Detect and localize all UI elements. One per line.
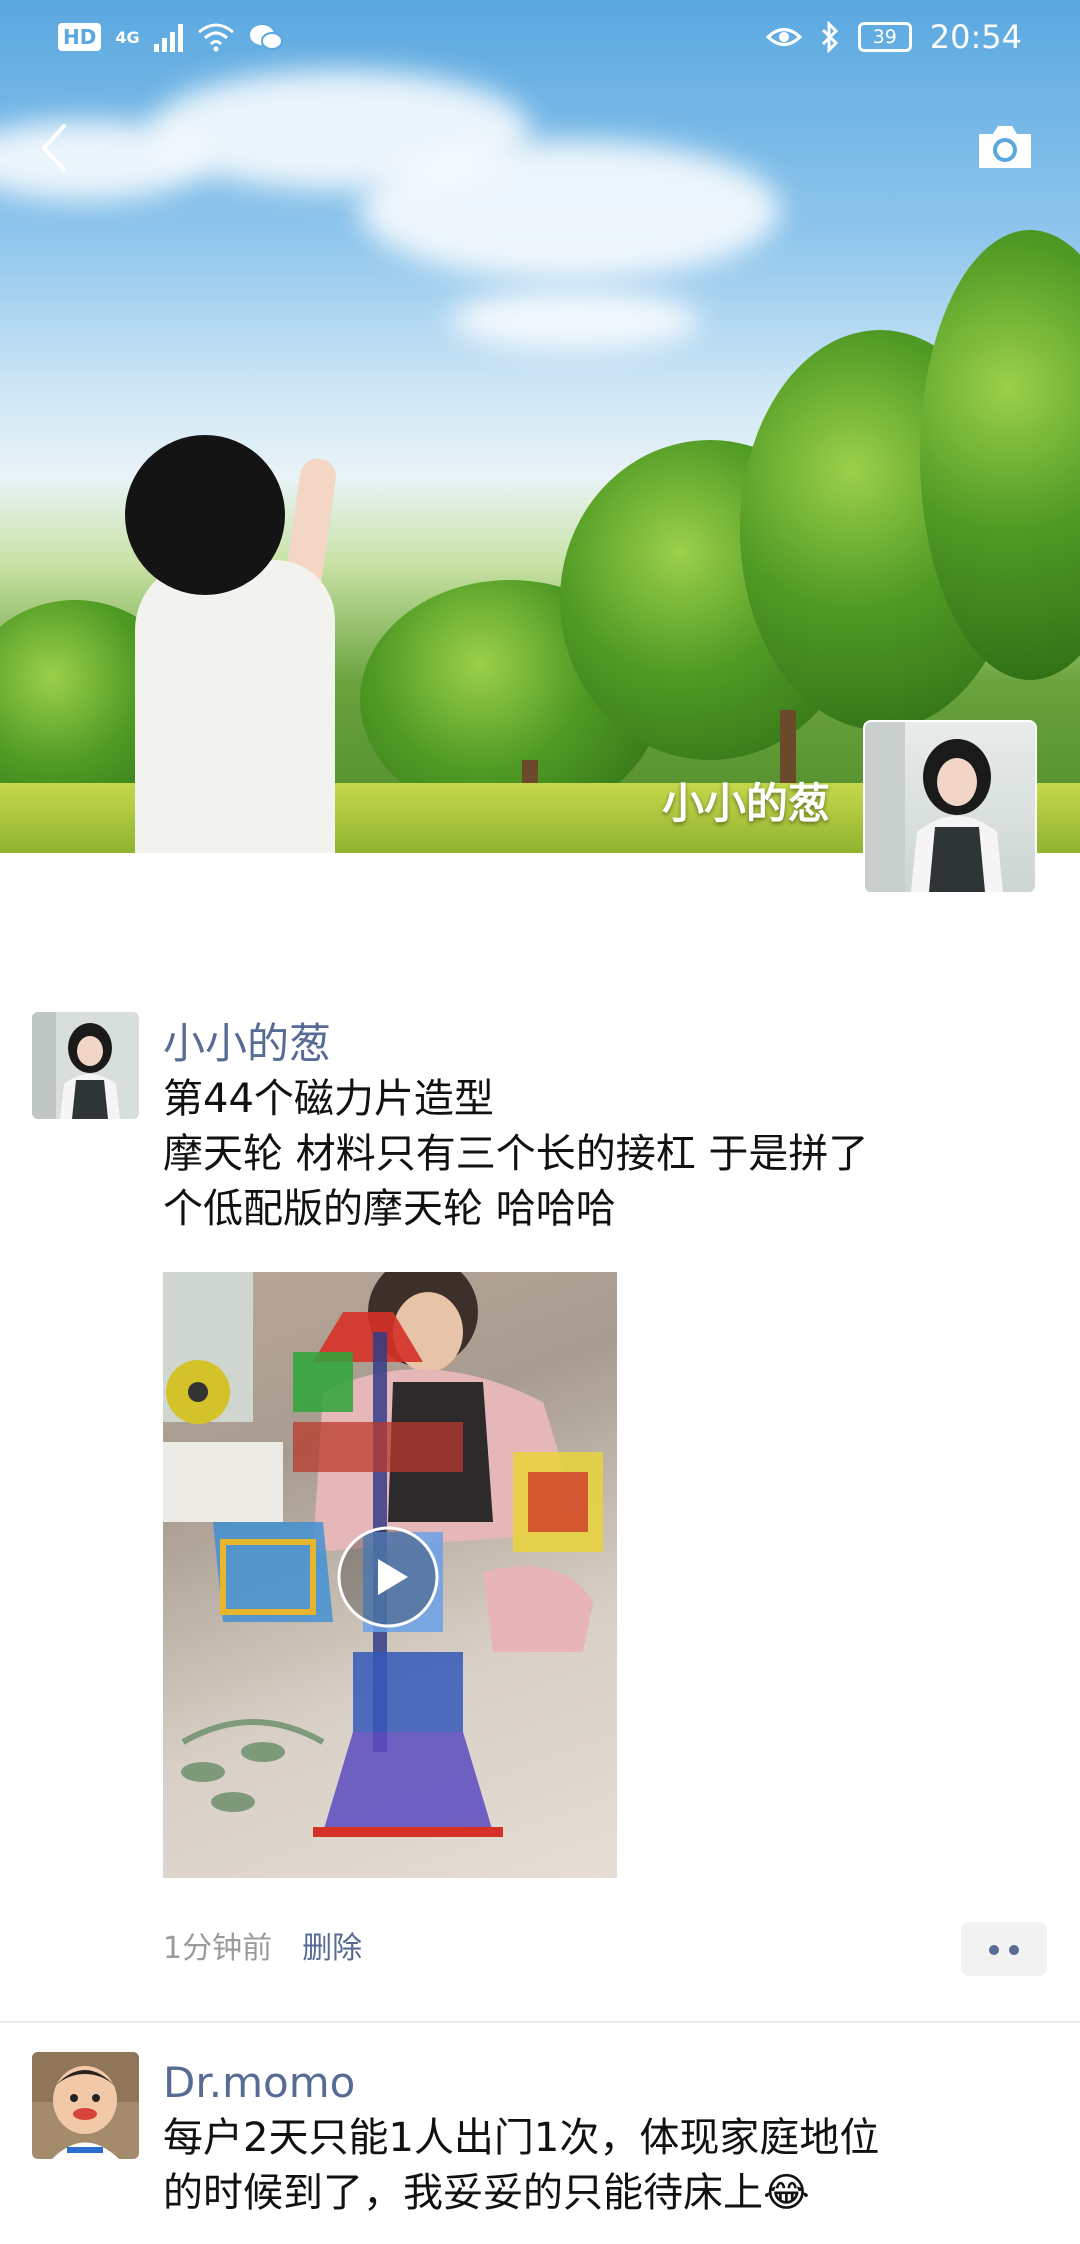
post-text-line: 个低配版的摩天轮 哈哈哈 bbox=[163, 1186, 616, 1232]
avatar-cartoon bbox=[32, 2052, 139, 2159]
post-divider bbox=[0, 2021, 1080, 2023]
avatar-portrait bbox=[865, 722, 1003, 892]
eye-comfort-icon bbox=[765, 28, 802, 46]
chevron-left-icon bbox=[42, 124, 66, 172]
child-body bbox=[135, 560, 335, 853]
more-button[interactable] bbox=[961, 1922, 1047, 1976]
post-text-line: 摩天轮 材料只有三个长的接杠 于是拼了 bbox=[163, 1131, 869, 1177]
bluetooth-icon bbox=[821, 21, 838, 53]
video-thumbnail[interactable] bbox=[163, 1272, 617, 1878]
post-content: Dr.momo 每户2天只能1人出门1次，体现家庭地位 的时候到了，我妥妥的只能… bbox=[163, 2055, 1023, 2221]
play-button[interactable] bbox=[336, 1525, 440, 1629]
cloud bbox=[450, 290, 700, 350]
more-dots-icon bbox=[989, 1945, 999, 1955]
signal-icon bbox=[153, 22, 183, 52]
camera-icon bbox=[979, 126, 1031, 168]
profile-avatar[interactable] bbox=[863, 720, 1037, 894]
child-head bbox=[125, 435, 285, 595]
post-author[interactable]: 小小的葱 bbox=[163, 1016, 1023, 1072]
clock: 20:54 bbox=[929, 18, 1022, 56]
post-avatar[interactable] bbox=[32, 2052, 139, 2159]
post-text-line: 第44个磁力片造型 bbox=[163, 1076, 494, 1122]
post-text-line: 每户2天只能1人出门1次，体现家庭地位 bbox=[163, 2115, 880, 2161]
post-avatar[interactable] bbox=[32, 1012, 139, 1119]
post-time: 1分钟前 bbox=[163, 1931, 273, 1966]
play-icon bbox=[337, 1526, 439, 1628]
post-author[interactable]: Dr.momo bbox=[163, 2055, 1023, 2111]
wechat-icon bbox=[249, 25, 283, 50]
more-dots-icon bbox=[1009, 1945, 1019, 1955]
status-bar: HD 4G 39 20:54 bbox=[0, 0, 1080, 80]
post-meta: 1分钟前 删除 bbox=[163, 1923, 362, 1967]
profile-name: 小小的葱 bbox=[661, 779, 830, 828]
camera-button[interactable] bbox=[975, 122, 1035, 172]
avatar-portrait bbox=[32, 1012, 139, 1119]
wifi-icon bbox=[197, 23, 234, 52]
delete-link[interactable]: 删除 bbox=[302, 1923, 362, 1967]
cloud bbox=[360, 140, 780, 280]
network-type: 4G bbox=[115, 27, 140, 47]
post-content: 小小的葱 第44个磁力片造型 摩天轮 材料只有三个长的接杠 于是拼了 个低配版的… bbox=[163, 1016, 1023, 1237]
hd-badge: HD bbox=[58, 23, 102, 51]
post-text-line: 的时候到了，我妥妥的只能待床上😂 bbox=[163, 2170, 810, 2216]
back-button[interactable] bbox=[36, 118, 76, 178]
battery-icon: 39 bbox=[857, 22, 912, 52]
